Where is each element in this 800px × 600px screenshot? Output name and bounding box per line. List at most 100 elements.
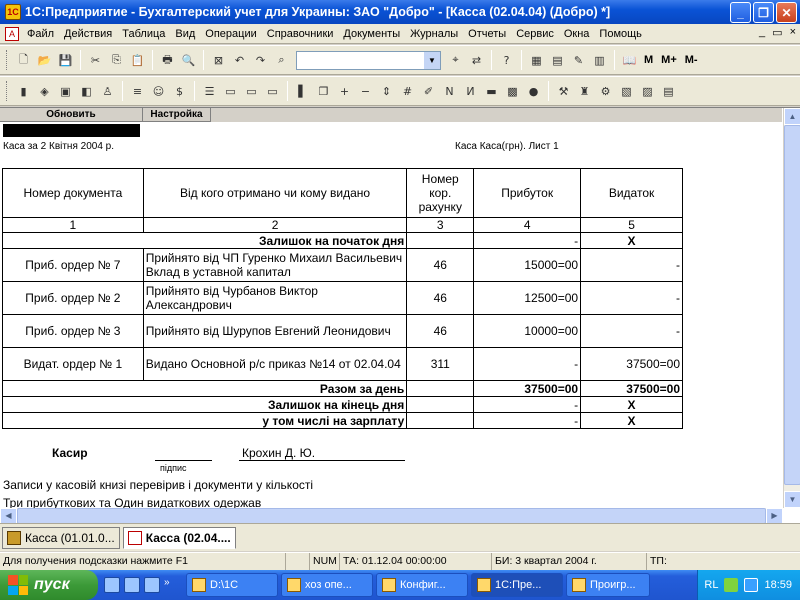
save-icon[interactable] — [124, 577, 140, 593]
mark-icon[interactable]: N — [440, 82, 459, 101]
task-explorer[interactable]: D:\1C — [186, 573, 278, 597]
menu-actions[interactable]: Действия — [59, 28, 117, 40]
window-tab-kassa-02[interactable]: Касса (02.04.... — [122, 526, 236, 549]
books-icon[interactable]: ▌ — [293, 82, 312, 101]
task-1c-enterprise[interactable]: 1С:Пре... — [471, 573, 563, 597]
globe-icon[interactable]: ● — [524, 82, 543, 101]
menu-reports[interactable]: Отчеты — [463, 28, 511, 40]
chevron-down-icon[interactable]: ▼ — [424, 51, 440, 69]
chart-of-accounts-icon[interactable]: ▮ — [14, 82, 33, 101]
menu-view[interactable]: Вид — [170, 28, 200, 40]
start-button[interactable]: пуск — [0, 570, 98, 600]
toolbar-grip[interactable] — [6, 50, 9, 70]
new-document-icon[interactable]: 🗋 — [14, 51, 33, 70]
menu-documents[interactable]: Документы — [338, 28, 405, 40]
vertical-scroll-thumb[interactable] — [784, 125, 800, 485]
print-icon[interactable]: 🖶 — [158, 51, 177, 70]
calendar-icon[interactable]: ▤ — [548, 51, 567, 70]
find-binoculars-icon[interactable]: ⌕ — [272, 51, 291, 70]
settings-button[interactable]: Настройка — [143, 108, 211, 122]
refresh-button[interactable]: Обновить — [0, 108, 143, 122]
menu-references[interactable]: Справочники — [262, 28, 339, 40]
currency-icon[interactable]: $ — [170, 82, 189, 101]
split-icon[interactable]: ⇕ — [377, 82, 396, 101]
language-indicator[interactable]: RL — [704, 579, 718, 591]
unmark-icon[interactable]: И — [461, 82, 480, 101]
toolbar-grip[interactable] — [6, 81, 9, 101]
scroll-down-icon[interactable]: ▼ — [784, 491, 800, 508]
volume-icon[interactable] — [744, 578, 759, 592]
task-word[interactable]: хоз опе... — [281, 573, 373, 597]
clock[interactable]: 18:59 — [764, 579, 792, 591]
title-bar[interactable]: 1С 1С:Предприятие - Бухгалтерский учет д… — [0, 0, 800, 24]
menu-file[interactable]: Файл — [22, 28, 59, 40]
user-icon[interactable]: ♙ — [98, 82, 117, 101]
plus-icon[interactable]: + — [335, 82, 354, 101]
close-button[interactable]: ✕ — [776, 2, 797, 23]
save-icon[interactable]: 💾 — [56, 51, 75, 70]
menu-help[interactable]: Помощь — [594, 28, 647, 40]
scroll-right-icon[interactable]: ▶ — [766, 508, 783, 524]
message-icon[interactable]: ✎ — [569, 51, 588, 70]
menu-windows[interactable]: Окна — [559, 28, 595, 40]
desktop-icon[interactable] — [104, 577, 120, 593]
cash-icon[interactable]: ▩ — [503, 82, 522, 101]
operations-journal-icon[interactable]: ◈ — [35, 82, 54, 101]
invoice-icon[interactable]: ▭ — [221, 82, 240, 101]
worker-icon[interactable]: ⚒ — [554, 82, 573, 101]
scroll-left-icon[interactable]: ◀ — [0, 508, 17, 524]
payment-icon[interactable]: ▭ — [263, 82, 282, 101]
network-icon[interactable] — [724, 578, 739, 592]
print-preview-icon[interactable]: 🔍 — [179, 51, 198, 70]
open-folder-icon[interactable]: 📂 — [35, 51, 54, 70]
constants-icon[interactable]: ≡ — [128, 82, 147, 101]
transactions-icon[interactable]: ▣ — [56, 82, 75, 101]
more-icon[interactable]: » — [164, 577, 180, 593]
memory-minus-button[interactable]: М- — [685, 54, 698, 66]
registry-icon[interactable]: ▥ — [590, 51, 609, 70]
memory-button[interactable]: М — [644, 54, 653, 66]
settings-icon[interactable]: ▨ — [638, 82, 657, 101]
app-icon[interactable]: 1С — [5, 4, 21, 20]
help-question-icon[interactable]: ? — [497, 51, 516, 70]
export-icon[interactable]: ▤ — [659, 82, 678, 101]
horizontal-scroll-thumb[interactable] — [17, 508, 766, 524]
scroll-up-icon[interactable]: ▲ — [784, 108, 800, 125]
menu-service[interactable]: Сервис — [511, 28, 559, 40]
book-icon[interactable]: 📖 — [620, 51, 639, 70]
maximize-button[interactable]: ❐ — [753, 2, 774, 23]
window-tab-kassa-01[interactable]: Касса (01.01.0... — [2, 526, 120, 549]
calculator-icon[interactable]: ▦ — [527, 51, 546, 70]
redo-icon[interactable]: ↷ — [251, 51, 270, 70]
edit-icon[interactable]: ✐ — [419, 82, 438, 101]
menu-operations[interactable]: Операции — [200, 28, 261, 40]
paste-icon[interactable]: 📋 — [128, 51, 147, 70]
tools-icon[interactable]: ⚙ — [596, 82, 615, 101]
find-next-icon[interactable]: ⌖ — [446, 51, 465, 70]
browser-icon[interactable] — [144, 577, 160, 593]
memory-plus-button[interactable]: М+ — [661, 54, 677, 66]
copy-document-icon[interactable]: ❐ — [314, 82, 333, 101]
search-combo[interactable]: ▼ — [296, 50, 441, 70]
list-icon[interactable]: ☰ — [200, 82, 219, 101]
document-icon[interactable]: А — [5, 26, 19, 41]
copy-icon[interactable]: ⎘ — [107, 51, 126, 70]
minimize-button[interactable]: _ — [730, 2, 751, 23]
cut-icon[interactable]: ✂ — [86, 51, 105, 70]
menu-journals[interactable]: Журналы — [405, 28, 463, 40]
minus-icon[interactable]: − — [356, 82, 375, 101]
delete-icon[interactable]: ⊠ — [209, 51, 228, 70]
undo-icon[interactable]: ↶ — [230, 51, 249, 70]
selected-cell[interactable] — [3, 124, 140, 137]
folder-icon[interactable]: ▬ — [482, 82, 501, 101]
grid-icon[interactable]: # — [398, 82, 417, 101]
replace-icon[interactable]: ⇄ — [467, 51, 486, 70]
task-player[interactable]: Проигр... — [566, 573, 650, 597]
reports-icon[interactable]: ▧ — [617, 82, 636, 101]
mdi-close-button[interactable]: × — [790, 26, 796, 39]
task-configurator[interactable]: Конфиг... — [376, 573, 468, 597]
waybill-icon[interactable]: ▭ — [242, 82, 261, 101]
documents-journal-icon[interactable]: ◧ — [77, 82, 96, 101]
menu-table[interactable]: Таблица — [117, 28, 170, 40]
mdi-minimize-button[interactable]: _ — [759, 26, 765, 39]
